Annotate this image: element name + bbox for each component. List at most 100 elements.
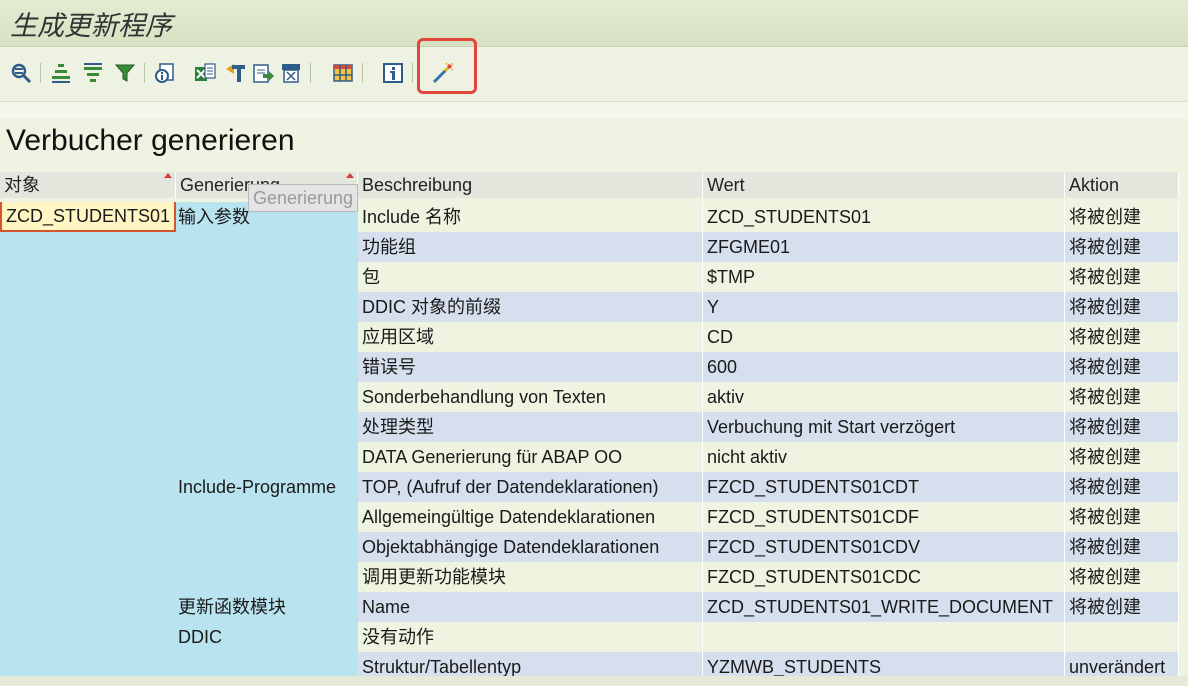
description-cell[interactable]: DDIC 对象的前缀 (358, 292, 703, 322)
description-cell[interactable]: 没有动作 (358, 622, 703, 652)
column-header-label: Wert (707, 175, 745, 195)
column-header-beschreibung[interactable]: Beschreibung (358, 172, 703, 198)
description-cell[interactable]: 错误号 (358, 352, 703, 382)
tooltip: Generierung (248, 184, 359, 212)
value-cell[interactable]: FZCD_STUDENTS01CDT (703, 472, 1065, 502)
column-header-wert[interactable]: Wert (703, 172, 1065, 198)
value-cell[interactable]: FZCD_STUDENTS01CDV (703, 532, 1065, 562)
value-cell[interactable]: $TMP (703, 262, 1065, 292)
action-cell[interactable]: 将被创建 (1065, 202, 1179, 232)
value-cell[interactable]: CD (703, 322, 1065, 352)
value-cell[interactable]: Y (703, 292, 1065, 322)
toolbar-separator (40, 63, 41, 83)
group-label[interactable]: Include-Programme (178, 472, 336, 502)
highlight-box (417, 38, 477, 94)
filter-icon[interactable] (112, 60, 138, 86)
table-row[interactable]: 没有动作 (358, 622, 1188, 652)
table-row[interactable]: TOP, (Aufruf der Datendeklarationen) FZCD… (358, 472, 1188, 502)
group-label[interactable]: DDIC (178, 622, 222, 652)
table-row[interactable]: 处理类型 Verbuchung mit Start verzögert 将被创建 (358, 412, 1188, 442)
action-cell[interactable] (1065, 622, 1179, 652)
table-row[interactable]: Name ZCD_STUDENTS01_WRITE_DOCUMENT 将被创建 (358, 592, 1188, 622)
table-row[interactable]: Sonderbehandlung von Texten aktiv 将被创建 (358, 382, 1188, 412)
table-row[interactable]: DATA Generierung für ABAP OO nicht aktiv 将… (358, 442, 1188, 472)
info-icon[interactable] (380, 60, 406, 86)
action-cell[interactable]: 将被创建 (1065, 592, 1179, 622)
action-cell[interactable]: 将被创建 (1065, 262, 1179, 292)
sort-marker-icon (164, 173, 172, 178)
description-cell[interactable]: 应用区域 (358, 322, 703, 352)
column-header-object[interactable]: 对象 (0, 172, 176, 198)
action-cell[interactable]: 将被创建 (1065, 232, 1179, 262)
group-label[interactable]: 更新函数模块 (178, 592, 286, 622)
action-cell[interactable]: 将被创建 (1065, 382, 1179, 412)
separator-band (0, 102, 1188, 118)
action-cell[interactable]: 将被创建 (1065, 352, 1179, 382)
description-cell[interactable]: TOP, (Aufruf der Datendeklarationen) (358, 472, 703, 502)
action-cell[interactable]: 将被创建 (1065, 412, 1179, 442)
table-row[interactable]: 功能组 ZFGME01 将被创建 (358, 232, 1188, 262)
value-cell[interactable]: 600 (703, 352, 1065, 382)
value-cell[interactable]: Verbuchung mit Start verzögert (703, 412, 1065, 442)
description-cell[interactable]: Objektabhängige Datendeklarationen (358, 532, 703, 562)
column-header-label: 对象 (4, 175, 40, 195)
section-title: Verbucher generieren (6, 124, 295, 157)
details-icon[interactable] (152, 60, 178, 86)
action-cell[interactable]: 将被创建 (1065, 292, 1179, 322)
action-cell[interactable]: 将被创建 (1065, 322, 1179, 352)
table-row[interactable]: Include 名称 ZCD_STUDENTS01 将被创建 (358, 202, 1188, 232)
value-cell[interactable]: ZCD_STUDENTS01_WRITE_DOCUMENT (703, 592, 1065, 622)
layout-grid-icon[interactable] (330, 60, 356, 86)
object-cell[interactable]: ZCD_STUDENTS01 (0, 202, 176, 232)
action-cell[interactable]: 将被创建 (1065, 502, 1179, 532)
table-row[interactable]: 包 $TMP 将被创建 (358, 262, 1188, 292)
value-cell[interactable]: ZFGME01 (703, 232, 1065, 262)
description-cell[interactable]: 功能组 (358, 232, 703, 262)
sort-ascending-icon[interactable] (48, 60, 74, 86)
description-cell[interactable]: DATA Generierung für ABAP OO (358, 442, 703, 472)
table-row[interactable]: Allgemeingültige Datendeklarationen FZCD_… (358, 502, 1188, 532)
column-header-aktion[interactable]: Aktion (1065, 172, 1179, 198)
sort-descending-icon[interactable] (80, 60, 106, 86)
table-row[interactable]: Objektabhängige Datendeklarationen FZCD_S… (358, 532, 1188, 562)
sum-icon[interactable] (222, 60, 248, 86)
description-cell[interactable]: 调用更新功能模块 (358, 562, 703, 592)
action-cell[interactable]: 将被创建 (1065, 442, 1179, 472)
value-cell[interactable]: nicht aktiv (703, 442, 1065, 472)
description-cell[interactable]: Name (358, 592, 703, 622)
value-cell[interactable]: FZCD_STUDENTS01CDF (703, 502, 1065, 532)
description-cell[interactable]: 处理类型 (358, 412, 703, 442)
action-cell[interactable]: 将被创建 (1065, 562, 1179, 592)
sort-marker-icon (346, 173, 354, 178)
description-cell[interactable]: 包 (358, 262, 703, 292)
export-spreadsheet-icon[interactable] (192, 60, 218, 86)
toolbar-separator (310, 63, 311, 83)
application-toolbar (0, 38, 1188, 102)
action-cell[interactable]: 将被创建 (1065, 532, 1179, 562)
table-row[interactable]: 调用更新功能模块 FZCD_STUDENTS01CDC 将被创建 (358, 562, 1188, 592)
table-row[interactable]: 应用区域 CD 将被创建 (358, 322, 1188, 352)
title-bar: 生成更新程序 (0, 0, 1188, 47)
print-preview-icon[interactable] (278, 60, 304, 86)
toolbar-separator (144, 63, 145, 83)
send-icon[interactable] (250, 60, 276, 86)
toolbar-separator (412, 63, 413, 83)
value-cell[interactable] (703, 622, 1065, 652)
group-label[interactable]: 输入参数 (178, 202, 250, 232)
description-cell[interactable]: Include 名称 (358, 202, 703, 232)
object-column: ZCD_STUDENTS01 (0, 202, 176, 680)
window-title: 生成更新程序 (10, 11, 172, 42)
bottom-border (0, 676, 1188, 686)
column-header-label: Beschreibung (362, 175, 473, 195)
description-cell[interactable]: Allgemeingültige Datendeklarationen (358, 502, 703, 532)
action-cell[interactable]: 将被创建 (1065, 472, 1179, 502)
value-cell[interactable]: aktiv (703, 382, 1065, 412)
value-cell[interactable]: FZCD_STUDENTS01CDC (703, 562, 1065, 592)
value-cell[interactable]: ZCD_STUDENTS01 (703, 202, 1065, 232)
find-icon[interactable] (8, 60, 34, 86)
table-row[interactable]: DDIC 对象的前缀 Y 将被创建 (358, 292, 1188, 322)
result-grid: 对象 Generierung Beschreibung Wert Aktion … (0, 168, 1188, 686)
generierung-column: 输入参数 Include-Programme 更新函数模块 DDIC (176, 202, 358, 680)
description-cell[interactable]: Sonderbehandlung von Texten (358, 382, 703, 412)
table-row[interactable]: 错误号 600 将被创建 (358, 352, 1188, 382)
